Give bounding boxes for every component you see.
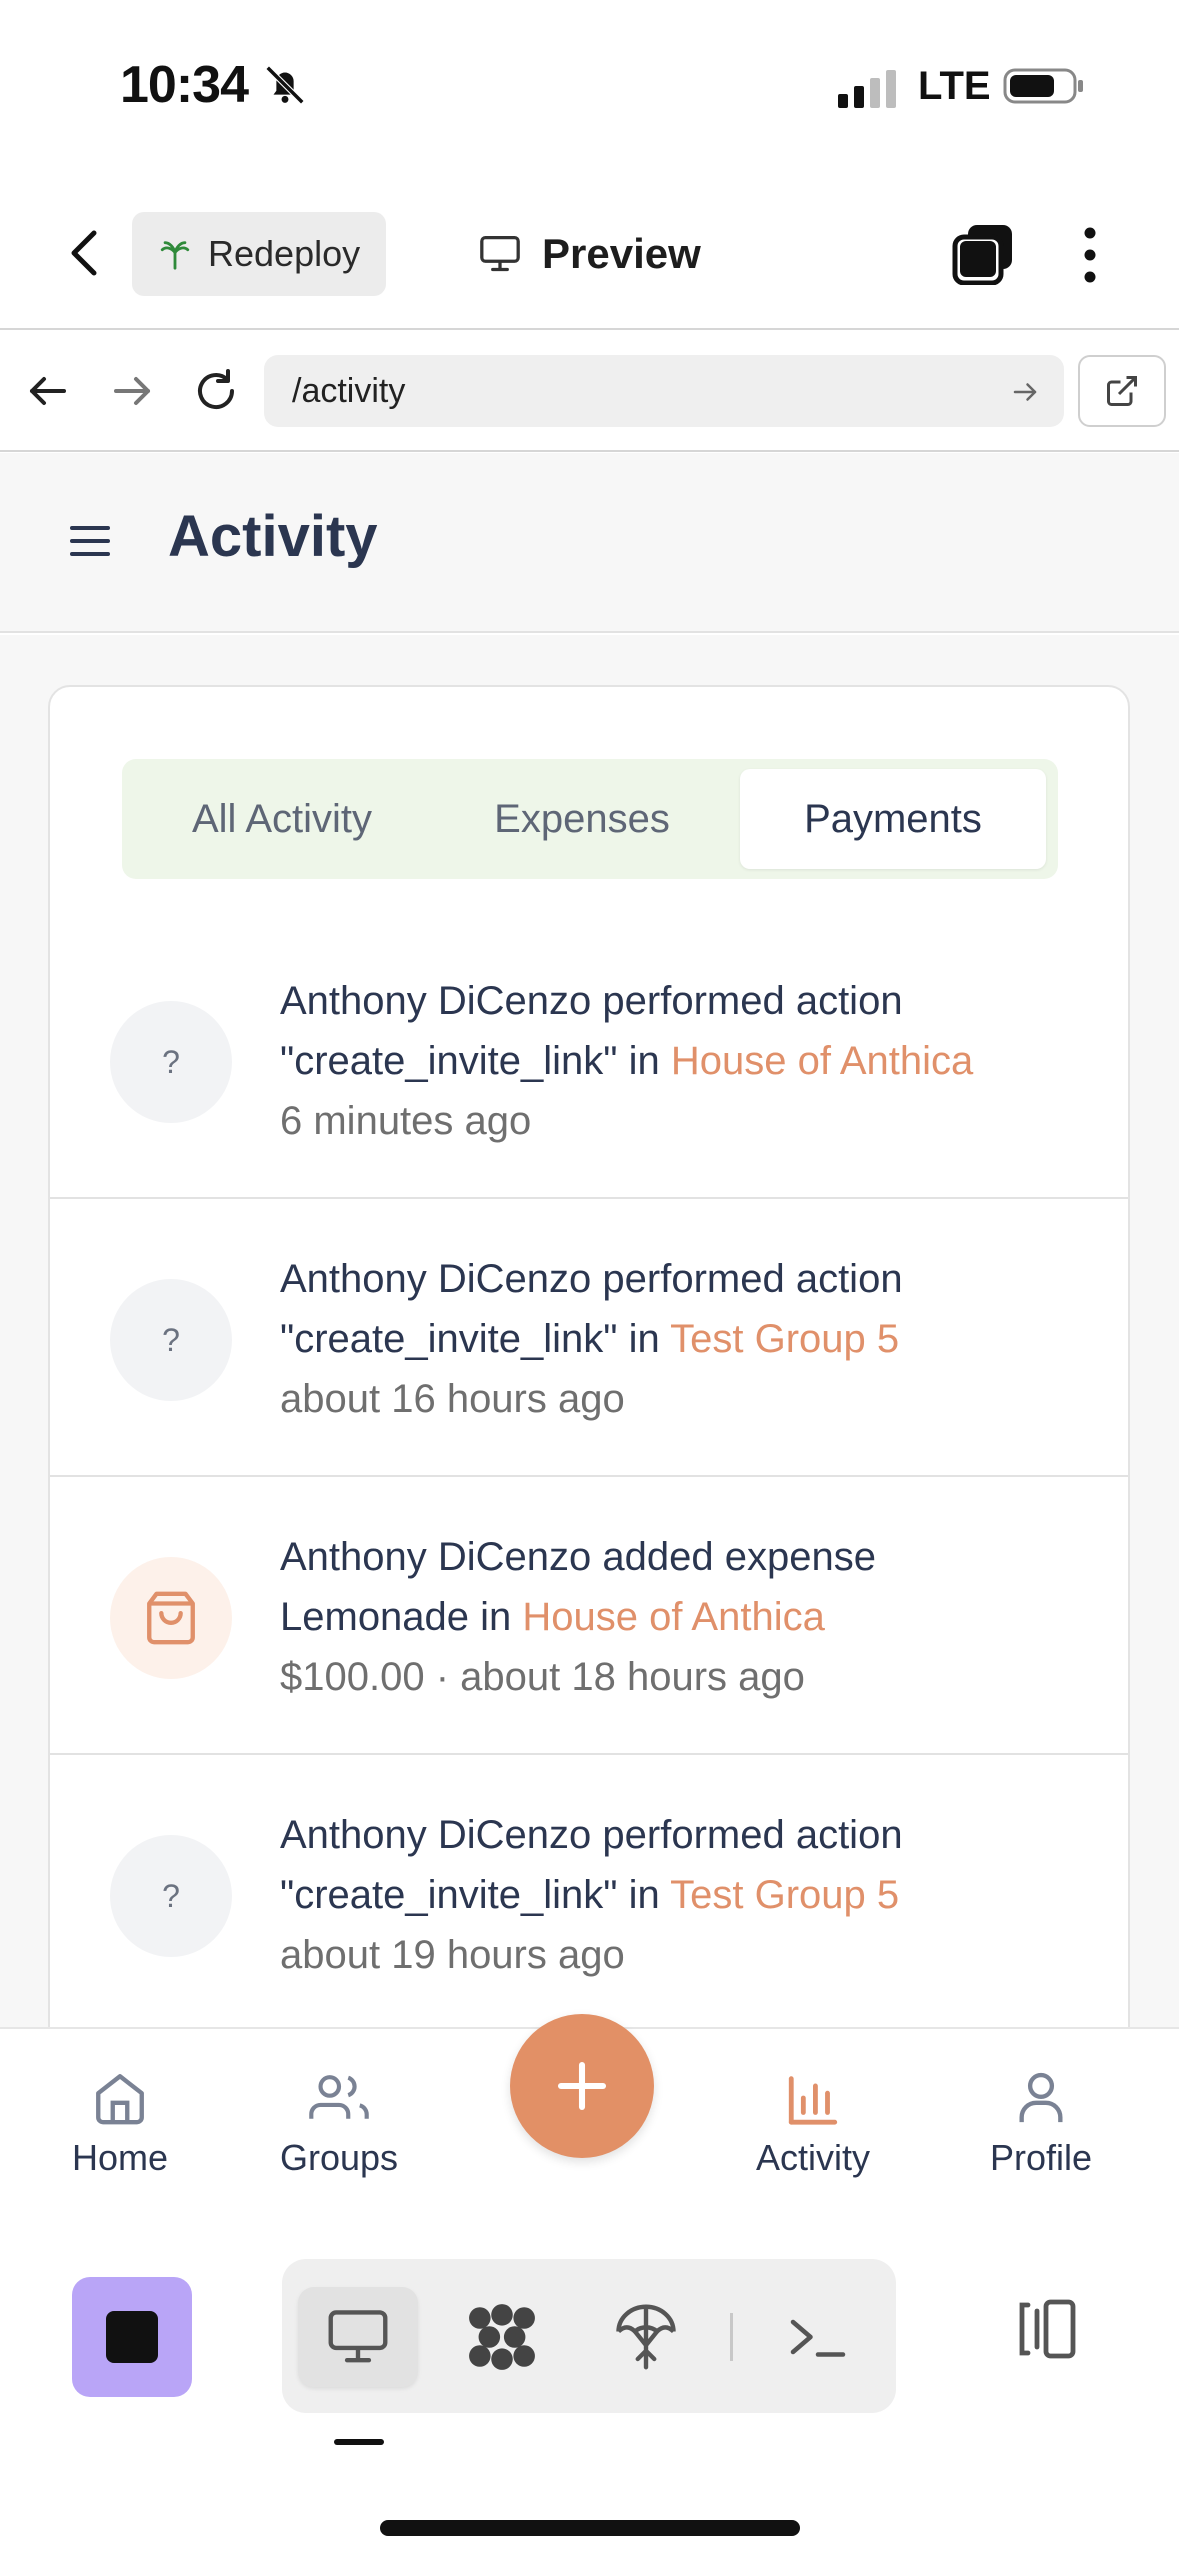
activity-item[interactable]: ? Anthony DiCenzo performed action "crea…: [50, 1755, 1128, 2027]
parachute-icon: [616, 2304, 676, 2370]
activity-line1: Anthony DiCenzo performed action: [280, 1257, 903, 1301]
nav-home-label: Home: [72, 2137, 169, 2178]
shopping-bag-icon: [147, 1591, 195, 1645]
nav-profile[interactable]: Profile: [990, 2069, 1092, 2179]
dev-toolbar: [0, 2237, 1179, 2556]
nav-home[interactable]: Home: [72, 2069, 168, 2179]
go-arrow-icon[interactable]: [1010, 377, 1040, 407]
nav-profile-label: Profile: [990, 2137, 1093, 2178]
activity-card: All Activity Expenses Payments ? Anthony…: [48, 685, 1130, 2027]
unknown-action-avatar: ?: [110, 1279, 232, 1401]
activity-tabs: All Activity Expenses Payments: [122, 759, 1058, 879]
battery-icon: [1003, 68, 1083, 104]
activity-line1: Anthony DiCenzo performed action: [280, 979, 903, 1023]
group-link[interactable]: House of Anthica: [671, 1039, 973, 1083]
activity-line2: "create_invite_link" in: [280, 1039, 671, 1083]
redeploy-label: Redeploy: [208, 233, 361, 274]
status-bar: 10:34 LTE: [0, 0, 1179, 175]
stop-icon: [106, 2311, 158, 2363]
activity-timestamp: $100.00 · about 18 hours ago: [280, 1655, 805, 1699]
terminal-icon: [790, 2319, 846, 2357]
more-vertical-icon[interactable]: [1072, 225, 1108, 285]
active-mode-indicator: [334, 2439, 384, 2445]
activity-timestamp: 6 minutes ago: [280, 1099, 532, 1143]
group-link[interactable]: Test Group 5: [670, 1317, 899, 1361]
url-input[interactable]: /activity: [264, 355, 1064, 427]
page-title: Activity: [168, 504, 378, 569]
activity-timestamp: about 16 hours ago: [280, 1377, 625, 1421]
status-time: 10:34: [120, 56, 249, 114]
hamburger-menu-icon[interactable]: [70, 523, 110, 559]
group-link[interactable]: Test Group 5: [670, 1873, 899, 1917]
preview-mode-button[interactable]: [298, 2287, 418, 2387]
activity-line1: Anthony DiCenzo added expense: [280, 1535, 876, 1579]
tab-all-activity[interactable]: All Activity: [132, 769, 432, 869]
activity-line2: Lemonade in: [280, 1595, 523, 1639]
terminal-mode-button[interactable]: [758, 2287, 878, 2387]
windows-stack-icon[interactable]: [952, 223, 1014, 285]
url-bar: /activity: [0, 331, 1179, 452]
app-bar: Redeploy Preview: [0, 175, 1179, 330]
plus-icon: [557, 2061, 607, 2111]
dev-mode-switcher: [282, 2259, 896, 2413]
bar-chart-icon: [788, 2076, 838, 2125]
preview-button[interactable]: Preview: [478, 212, 701, 296]
preview-label: Preview: [542, 230, 701, 277]
reload-icon[interactable]: [192, 367, 240, 415]
activity-line2: "create_invite_link" in: [280, 1873, 671, 1917]
activity-timestamp: about 19 hours ago: [280, 1933, 625, 1977]
activity-item[interactable]: ? Anthony DiCenzo performed action "crea…: [50, 1199, 1128, 1477]
expense-avatar: [110, 1557, 232, 1679]
nav-activity[interactable]: Activity: [756, 2069, 870, 2179]
monitor-icon: [328, 2310, 388, 2363]
canvas-mode-button[interactable]: [442, 2287, 562, 2387]
deploy-mode-button[interactable]: [586, 2287, 706, 2387]
unknown-action-avatar: ?: [110, 1835, 232, 1957]
browser-back-icon[interactable]: [24, 367, 72, 415]
sidebar-toggle-icon[interactable]: [1010, 2293, 1082, 2365]
redeploy-button[interactable]: Redeploy: [132, 212, 386, 296]
group-link[interactable]: House of Anthica: [522, 1595, 824, 1639]
blocks-cluster-icon: [469, 2304, 535, 2370]
back-chevron-icon[interactable]: [62, 227, 106, 279]
users-icon: [309, 2075, 369, 2119]
signal-icon: [838, 70, 896, 108]
browser-forward-icon[interactable]: [108, 367, 156, 415]
activity-line1: Anthony DiCenzo performed action: [280, 1813, 903, 1857]
main-content: All Activity Expenses Payments ? Anthony…: [0, 635, 1179, 2027]
activity-line2: "create_invite_link" in: [280, 1317, 671, 1361]
page-header: Activity: [0, 453, 1179, 633]
home-icon: [96, 2074, 144, 2125]
tab-payments[interactable]: Payments: [740, 769, 1046, 869]
network-type: LTE: [918, 64, 991, 108]
nav-groups[interactable]: Groups: [280, 2069, 398, 2179]
tab-expenses[interactable]: Expenses: [432, 769, 732, 869]
activity-text: Anthony DiCenzo performed action "create…: [280, 971, 973, 1151]
nav-groups-label: Groups: [280, 2137, 399, 2178]
external-link-icon: [1107, 376, 1137, 406]
url-path: /activity: [292, 371, 406, 410]
bell-off-icon: [265, 65, 305, 105]
nav-activity-label: Activity: [756, 2137, 871, 2178]
user-icon: [1019, 2072, 1063, 2123]
activity-item[interactable]: ? Anthony DiCenzo performed action "crea…: [50, 921, 1128, 1199]
open-external-button[interactable]: [1078, 355, 1166, 427]
activity-text: Anthony DiCenzo performed action "create…: [280, 1249, 903, 1429]
home-indicator: [380, 2520, 800, 2536]
unknown-action-avatar: ?: [110, 1001, 232, 1123]
activity-item[interactable]: Anthony DiCenzo added expense Lemonade i…: [50, 1477, 1128, 1755]
palm-tree-icon: [160, 241, 190, 270]
add-button[interactable]: [510, 2014, 654, 2158]
activity-text: Anthony DiCenzo performed action "create…: [280, 1805, 903, 1985]
monitor-icon: [480, 235, 520, 272]
toolbar-divider: [730, 2313, 733, 2361]
activity-text: Anthony DiCenzo added expense Lemonade i…: [280, 1527, 876, 1707]
stop-button[interactable]: [72, 2277, 192, 2397]
